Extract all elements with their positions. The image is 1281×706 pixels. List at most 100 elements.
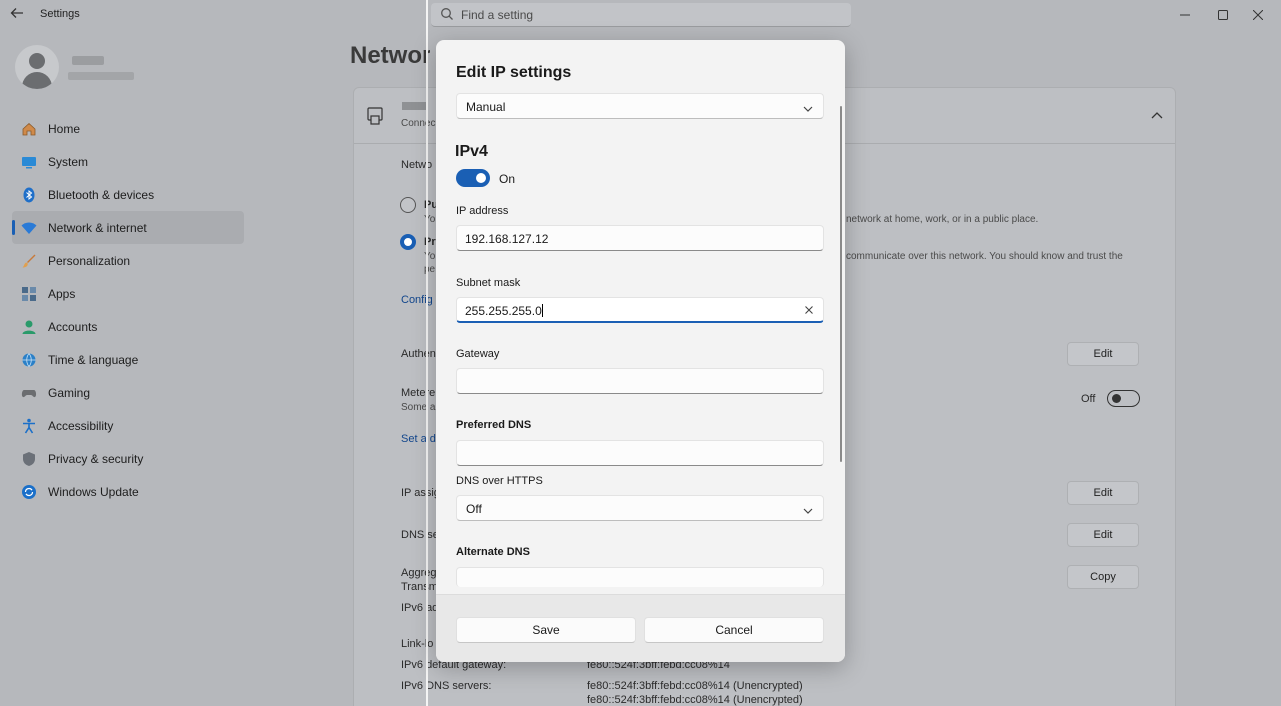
avatar-body bbox=[22, 72, 52, 89]
search-box[interactable]: Find a setting bbox=[431, 3, 851, 27]
transmit-label: Transm bbox=[401, 581, 438, 593]
alternate-dns-label: Alternate DNS bbox=[456, 546, 530, 558]
sidebar-item-windows-update[interactable]: Windows Update bbox=[12, 475, 244, 508]
search-icon bbox=[440, 7, 454, 24]
dialog-title: Edit IP settings bbox=[456, 64, 572, 81]
sidebar-item-system[interactable]: System bbox=[12, 145, 244, 178]
avatar-head bbox=[29, 53, 45, 69]
chevron-up-icon[interactable] bbox=[1151, 110, 1163, 124]
gateway-field[interactable] bbox=[456, 368, 824, 394]
ip-assignment-label: IP assig bbox=[401, 487, 440, 499]
minimize-icon bbox=[1180, 14, 1190, 16]
maximize-icon bbox=[1218, 10, 1228, 20]
bluetooth-icon bbox=[21, 187, 37, 203]
search-placeholder: Find a setting bbox=[461, 8, 534, 22]
sidebar-item-label: Time & language bbox=[48, 352, 139, 367]
subnet-mask-label: Subnet mask bbox=[456, 277, 521, 289]
private-desc-tail: communicate over this network. You shoul… bbox=[846, 251, 1123, 262]
connection-status: Connec bbox=[401, 118, 436, 129]
cancel-button[interactable]: Cancel bbox=[644, 617, 824, 643]
auth-edit-button[interactable]: Edit bbox=[1067, 342, 1139, 366]
sidebar-item-label: Apps bbox=[48, 286, 76, 301]
sidebar-item-privacy[interactable]: Privacy & security bbox=[12, 442, 244, 475]
gamepad-icon bbox=[21, 385, 37, 401]
sidebar-item-apps[interactable]: Apps bbox=[12, 277, 244, 310]
link-local-label: Link-lo bbox=[401, 638, 434, 650]
gateway-label: Gateway bbox=[456, 348, 500, 360]
sidebar-item-label: Network & internet bbox=[48, 220, 147, 235]
public-desc-tail: network at home, work, or in a public pl… bbox=[846, 214, 1039, 225]
public-radio[interactable] bbox=[400, 197, 416, 213]
sidebar-item-label: Home bbox=[48, 121, 81, 136]
preferred-dns-field[interactable] bbox=[456, 440, 824, 466]
ipv6-dns-value: fe80::524f:3bff:febd:cc08%14 (Unencrypte… bbox=[587, 680, 803, 692]
ip-edit-button[interactable]: Edit bbox=[1067, 481, 1139, 505]
dns-edit-button[interactable]: Edit bbox=[1067, 523, 1139, 547]
sidebar-nav: Home System Bluetooth & devices Network … bbox=[12, 112, 244, 508]
sidebar-item-time-language[interactable]: Time & language bbox=[12, 343, 244, 376]
update-icon bbox=[21, 484, 37, 500]
ipv6-dns-label: IPv6 DNS servers: bbox=[401, 680, 492, 692]
sidebar-item-personalization[interactable]: Personalization bbox=[12, 244, 244, 277]
sidebar-item-bluetooth[interactable]: Bluetooth & devices bbox=[12, 178, 244, 211]
ip-address-label: IP address bbox=[456, 205, 509, 217]
subnet-mask-value: 255.255.255.0 bbox=[465, 304, 542, 318]
set-data-limit-link[interactable]: Set a d bbox=[401, 433, 436, 445]
sidebar-item-label: Personalization bbox=[48, 253, 131, 268]
sidebar-item-label: Accounts bbox=[48, 319, 98, 334]
clear-icon[interactable] bbox=[804, 304, 814, 318]
divider-line bbox=[426, 0, 428, 706]
metered-toggle[interactable] bbox=[1107, 390, 1140, 407]
dialog-footer: Save Cancel bbox=[436, 594, 845, 662]
metered-label: Metere bbox=[401, 387, 436, 399]
text-caret bbox=[541, 304, 543, 317]
sidebar-item-accounts[interactable]: Accounts bbox=[12, 310, 244, 343]
alternate-dns-field[interactable] bbox=[456, 567, 824, 587]
sidebar-item-label: Privacy & security bbox=[48, 451, 144, 466]
preferred-dns-label: Preferred DNS bbox=[456, 419, 532, 431]
sidebar-item-accessibility[interactable]: Accessibility bbox=[12, 409, 244, 442]
private-radio[interactable] bbox=[400, 234, 416, 250]
dns-server-label: DNS se bbox=[401, 529, 439, 541]
chevron-down-icon bbox=[803, 102, 813, 116]
sidebar-item-label: Gaming bbox=[48, 385, 91, 400]
dns-over-https-value: Off bbox=[466, 502, 482, 516]
sidebar-item-home[interactable]: Home bbox=[12, 112, 244, 145]
globe-icon bbox=[21, 352, 37, 368]
ip-mode-dropdown[interactable]: Manual bbox=[456, 93, 824, 119]
save-button[interactable]: Save bbox=[456, 617, 636, 643]
ipv4-heading: IPv4 bbox=[455, 143, 488, 160]
chevron-down-icon bbox=[803, 504, 813, 518]
close-window-button[interactable] bbox=[1235, 0, 1281, 30]
ipv4-toggle[interactable] bbox=[456, 169, 490, 187]
sidebar-item-label: Bluetooth & devices bbox=[48, 187, 155, 202]
page-title: Network bbox=[350, 42, 430, 69]
avatar[interactable] bbox=[15, 45, 59, 89]
sidebar-item-gaming[interactable]: Gaming bbox=[12, 376, 244, 409]
back-button[interactable] bbox=[10, 6, 30, 24]
dns-over-https-label: DNS over HTTPS bbox=[456, 475, 543, 487]
sidebar-item-network[interactable]: Network & internet bbox=[12, 211, 244, 244]
accessibility-icon bbox=[21, 418, 37, 434]
dns-over-https-dropdown[interactable]: Off bbox=[456, 495, 824, 521]
copy-button[interactable]: Copy bbox=[1067, 565, 1139, 589]
auth-label: Authen bbox=[401, 348, 436, 360]
ip-address-field[interactable]: 192.168.127.12 bbox=[456, 225, 824, 251]
title-bar: Settings Find a setting bbox=[0, 0, 1281, 30]
metered-state: Off bbox=[1081, 393, 1096, 405]
ipv4-toggle-state: On bbox=[499, 172, 516, 186]
aggregated-label: Aggreg bbox=[401, 567, 437, 579]
home-icon bbox=[21, 121, 37, 137]
sidebar-item-label: Accessibility bbox=[48, 418, 114, 433]
subnet-mask-field[interactable]: 255.255.255.0 bbox=[456, 297, 824, 323]
dialog-scrollbar[interactable] bbox=[840, 106, 842, 462]
system-icon bbox=[21, 154, 37, 170]
configure-link[interactable]: Config bbox=[401, 294, 433, 306]
ip-address-value: 192.168.127.12 bbox=[465, 232, 549, 246]
ip-mode-value: Manual bbox=[466, 100, 506, 114]
wifi-icon bbox=[21, 220, 37, 236]
app-title: Settings bbox=[40, 8, 80, 20]
edit-ip-dialog: Edit IP settings Manual IPv4 On IP addre… bbox=[436, 40, 845, 662]
back-arrow-icon bbox=[10, 8, 23, 18]
user-name-redacted bbox=[72, 56, 104, 65]
